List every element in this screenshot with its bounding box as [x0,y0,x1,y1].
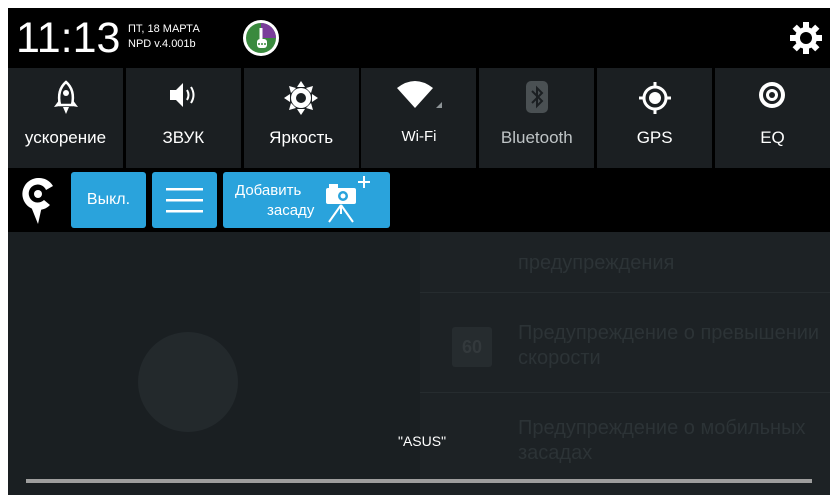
add-ambush-label-2: засаду [267,202,315,219]
background-text: засадах [518,442,593,464]
menu-button[interactable] [152,172,217,228]
gear-icon[interactable] [788,20,824,56]
background-text: скорости [518,347,601,369]
screen: предупреждения 60 Предупреждение о превы… [8,8,830,495]
tile-label: ускорение [24,128,107,147]
background-text: Предупреждение о превышении [518,322,820,344]
status-bar: 11:13 ПТ, 18 МАРТА NPD v.4.001b [8,8,830,68]
megafon-icon [243,20,279,56]
background-circle [138,332,238,432]
wifi-icon [396,81,442,108]
clock: 11:13 [16,14,121,62]
action-bar: Выкл. Добавить засаду [8,168,830,232]
background-left-panel [8,232,420,495]
camera-tripod-icon [326,176,370,223]
tile-label: ЗВУК [162,128,205,147]
tile-equalizer[interactable]: EQ [714,68,830,168]
background-app: предупреждения 60 Предупреждение о превы… [8,232,830,495]
toast-message: "ASUS" [398,433,447,449]
tile-label: Яркость [269,128,334,147]
background-text: Предупреждение о мобильных [518,417,806,439]
date-label: ПТ, 18 МАРТА [128,23,200,35]
tile-label: EQ [760,128,785,147]
tile-gps[interactable]: GPS [597,68,713,168]
gps-icon [638,82,671,114]
speed-badge: 60 [452,327,492,367]
add-ambush-button[interactable]: Добавить засаду [223,172,390,228]
tile-label: Wi-Fi [401,128,437,145]
progress-bar [26,479,812,483]
off-button[interactable]: Выкл. [71,172,146,228]
tile-brightness[interactable]: Яркость [243,68,359,168]
version-label: NPD v.4.001b [128,38,196,50]
add-ambush-label-1: Добавить [235,182,302,199]
bluetooth-icon [525,81,548,113]
quick-settings-panel: ускорение ЗВУК Яркость Wi-Fi Bluetooth G… [8,68,830,168]
tile-label: GPS [636,128,673,147]
rocket-icon [53,80,78,114]
brightness-icon [284,81,319,115]
tile-boost[interactable]: ускорение [8,68,123,168]
background-text: предупреждения [518,252,675,274]
hamburger-icon [166,188,203,213]
tile-wifi[interactable]: Wi-Fi [361,68,477,168]
progress-fill [26,479,812,483]
off-button-label: Выкл. [86,191,131,208]
speaker-icon [170,83,195,107]
tile-bluetooth[interactable]: Bluetooth [479,68,595,168]
tile-sound[interactable]: ЗВУК [125,68,241,168]
background-row [420,392,830,493]
equalizer-icon [759,82,786,108]
route-pin-icon[interactable] [16,176,60,226]
tile-label: Bluetooth [500,128,573,147]
